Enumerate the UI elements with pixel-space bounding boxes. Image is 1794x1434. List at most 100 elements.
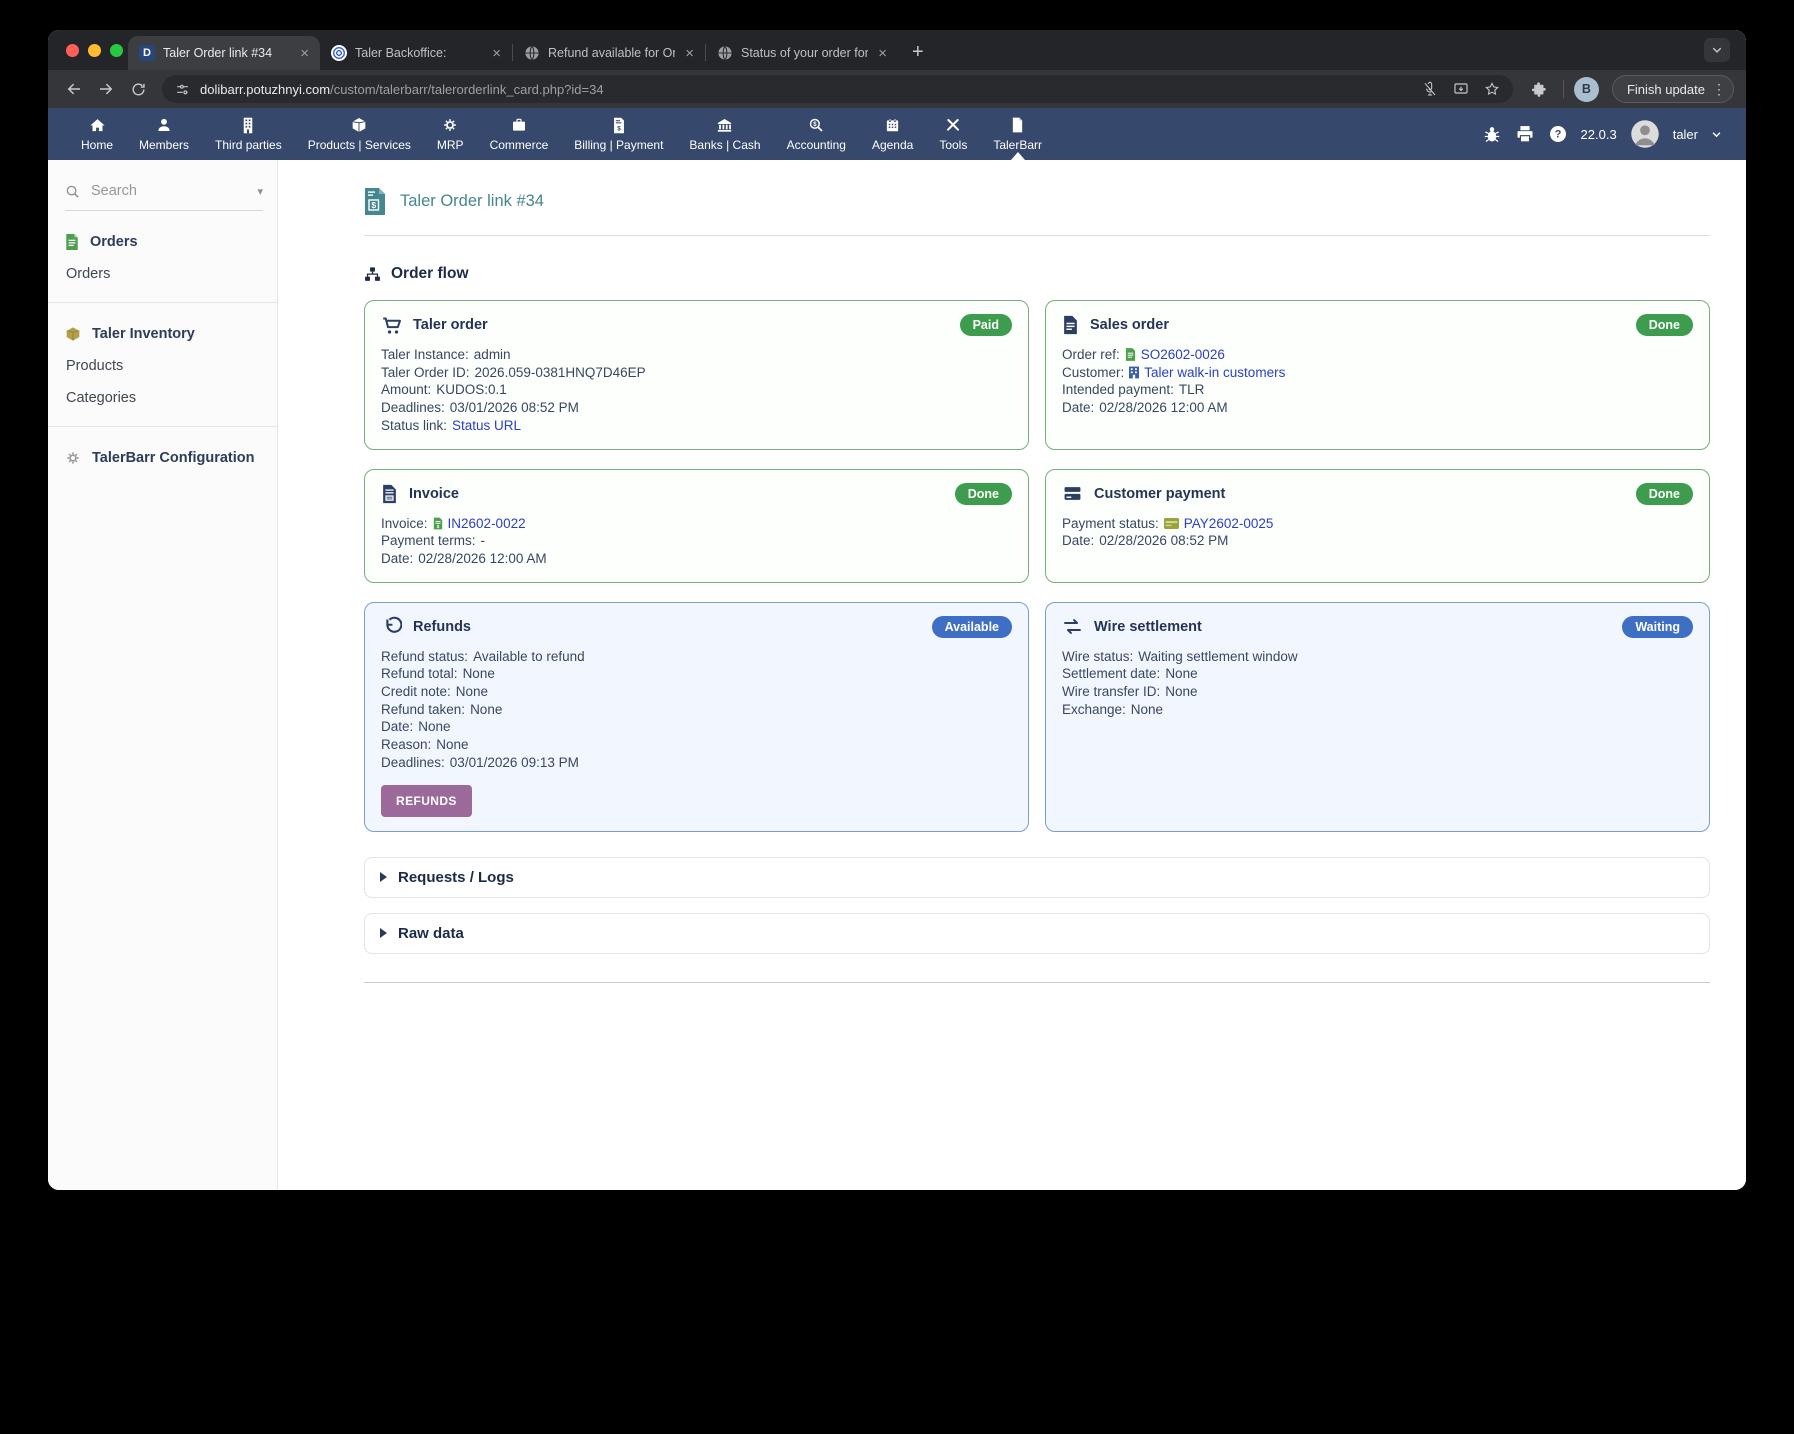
search-input[interactable] xyxy=(89,182,219,200)
tab-refund-available[interactable]: Refund available for Order to × xyxy=(513,36,705,70)
page-content: $ Taler Order link #34 Order flow Taler … xyxy=(278,160,1746,1190)
magnifier-dollar-icon: $ xyxy=(808,117,824,134)
menu-billing-payment[interactable]: $ Billing | Payment xyxy=(561,108,676,160)
tab-taler-order-link[interactable]: D Taler Order link #34 × xyxy=(128,36,320,70)
search-caret-icon[interactable]: ▾ xyxy=(257,185,263,198)
refunds-button[interactable]: REFUNDS xyxy=(381,784,472,817)
maximize-window-button[interactable] xyxy=(110,44,123,57)
requests-logs-toggle[interactable]: Requests / Logs xyxy=(364,856,1710,898)
sidebar-section-title: Orders xyxy=(90,234,138,250)
back-button[interactable] xyxy=(60,75,88,103)
menu-agenda[interactable]: Agenda xyxy=(859,108,926,160)
svg-text:?: ? xyxy=(1554,129,1561,141)
orders-doc-icon xyxy=(65,234,79,250)
browser-menu-icon[interactable]: ⋮ xyxy=(1712,81,1726,98)
print-icon[interactable] xyxy=(1515,124,1535,144)
finish-update-button[interactable]: Finish update ⋮ xyxy=(1611,75,1734,103)
raw-data-toggle[interactable]: Raw data xyxy=(364,912,1710,954)
menu-tools[interactable]: Tools xyxy=(926,108,980,160)
mic-blocked-icon[interactable] xyxy=(1422,81,1438,97)
extensions-icon[interactable] xyxy=(1525,75,1553,103)
user-name[interactable]: taler xyxy=(1673,127,1698,142)
customer-building-icon xyxy=(1129,366,1140,379)
menu-talerbarr[interactable]: TalerBarr xyxy=(980,108,1055,160)
tab-search-button[interactable] xyxy=(1704,38,1730,62)
close-tab-icon[interactable]: × xyxy=(490,46,503,61)
sidebar-section-talerbarr-config: TalerBarr Configuration xyxy=(65,450,263,466)
url-text: dolibarr.potuzhnyi.com/custom/talerbarr/… xyxy=(200,81,604,97)
order-flow-cards: Taler order Paid Taler Instance: admin Ta… xyxy=(364,300,1710,832)
sidebar-search[interactable]: ▾ xyxy=(65,182,263,211)
browser-toolbar: dolibarr.potuzhnyi.com/custom/talerbarr/… xyxy=(48,70,1746,108)
user-avatar[interactable] xyxy=(1630,119,1660,149)
tab-taler-backoffice[interactable]: Taler Backoffice: × xyxy=(320,36,512,70)
customer-link[interactable]: Taler walk-in customers xyxy=(1144,364,1285,382)
install-page-icon[interactable] xyxy=(1453,81,1469,97)
card-refunds: Refunds Available Refund status: Availabl… xyxy=(364,601,1029,832)
status-url-link[interactable]: Status URL xyxy=(452,417,521,435)
menu-products-services[interactable]: Products | Services xyxy=(295,108,424,160)
invoice-link[interactable]: IN2602-0022 xyxy=(448,515,526,533)
title-divider xyxy=(364,235,1710,236)
payment-card-icon xyxy=(1163,517,1179,529)
dolibarr-favicon: D xyxy=(139,45,155,61)
minimize-window-button[interactable] xyxy=(88,44,101,57)
card-invoice: Invoice Done Invoice: $ IN2602-0022 Paym… xyxy=(364,468,1029,583)
close-tab-icon[interactable]: × xyxy=(683,46,696,61)
status-badge: Done xyxy=(1635,482,1693,505)
new-tab-button[interactable]: + xyxy=(912,42,924,62)
user-menu-chevron-icon[interactable] xyxy=(1711,129,1722,140)
menu-mrp[interactable]: MRP xyxy=(424,108,477,160)
profile-avatar[interactable]: B xyxy=(1573,76,1599,102)
status-badge: Waiting xyxy=(1622,615,1693,638)
site-settings-icon[interactable] xyxy=(175,82,190,97)
taler-favicon xyxy=(331,45,347,61)
card-taler-order: Taler order Paid Taler Instance: admin Ta… xyxy=(364,300,1029,450)
menu-commerce[interactable]: Commerce xyxy=(477,108,562,160)
help-icon[interactable]: ? xyxy=(1548,124,1568,144)
undo-icon xyxy=(381,616,402,637)
sidebar-item-categories[interactable]: Categories xyxy=(66,390,263,406)
menu-third-parties[interactable]: Third parties xyxy=(202,108,295,160)
order-flow-heading: Order flow xyxy=(364,265,1710,283)
calendar-icon xyxy=(885,117,900,134)
sidebar-section-orders: Orders Orders xyxy=(65,234,263,282)
close-tab-icon[interactable]: × xyxy=(876,46,889,61)
card-customer-payment: Customer payment Done Payment status: PA… xyxy=(1045,468,1710,583)
sidebar-item-products[interactable]: Products xyxy=(66,358,263,374)
cube-icon xyxy=(351,117,367,134)
home-icon xyxy=(89,117,106,134)
bug-report-icon[interactable] xyxy=(1482,124,1502,144)
close-tab-icon[interactable]: × xyxy=(298,46,311,61)
menu-members[interactable]: Members xyxy=(126,108,202,160)
menu-banks-cash[interactable]: Banks | Cash xyxy=(676,108,773,160)
dolibarr-menubar: Home Members Third parties Products | Se… xyxy=(48,108,1746,160)
sidebar-divider xyxy=(48,302,277,303)
sales-order-link[interactable]: SO2602-0026 xyxy=(1141,346,1225,364)
address-bar[interactable]: dolibarr.potuzhnyi.com/custom/talerbarr/… xyxy=(162,75,1513,103)
sidebar-item-orders[interactable]: Orders xyxy=(66,266,263,282)
tab-order-status[interactable]: Status of your order forrefund × xyxy=(706,36,898,70)
bookmark-star-icon[interactable] xyxy=(1484,81,1500,97)
sidebar-section-taler-inventory: Taler Inventory Products Categories xyxy=(65,326,263,406)
building-icon xyxy=(241,117,255,134)
sidebar-divider xyxy=(48,426,277,427)
transfer-arrows-icon xyxy=(1062,616,1083,637)
payment-link[interactable]: PAY2602-0025 xyxy=(1184,515,1274,533)
svg-text:$: $ xyxy=(617,125,621,132)
menu-accounting[interactable]: $ Accounting xyxy=(774,108,859,160)
sidebar: ▾ Orders Orders Taler Inventory Products… xyxy=(48,160,278,1190)
page-end-divider xyxy=(364,981,1710,983)
forward-button[interactable] xyxy=(92,75,120,103)
card-wire-settlement: Wire settlement Waiting Wire status: Wait… xyxy=(1045,601,1710,832)
menu-home[interactable]: Home xyxy=(68,108,126,160)
sidebar-section-title[interactable]: TalerBarr Configuration xyxy=(92,450,254,466)
svg-text:$: $ xyxy=(371,200,376,210)
menubar-right: ? 22.0.3 taler xyxy=(1482,108,1746,160)
globe-favicon xyxy=(524,45,540,61)
toolbar-separator xyxy=(1562,80,1564,98)
tools-icon xyxy=(945,117,961,134)
close-window-button[interactable] xyxy=(66,44,79,57)
reload-button[interactable] xyxy=(124,75,152,103)
sidebar-section-title: Taler Inventory xyxy=(92,326,195,342)
